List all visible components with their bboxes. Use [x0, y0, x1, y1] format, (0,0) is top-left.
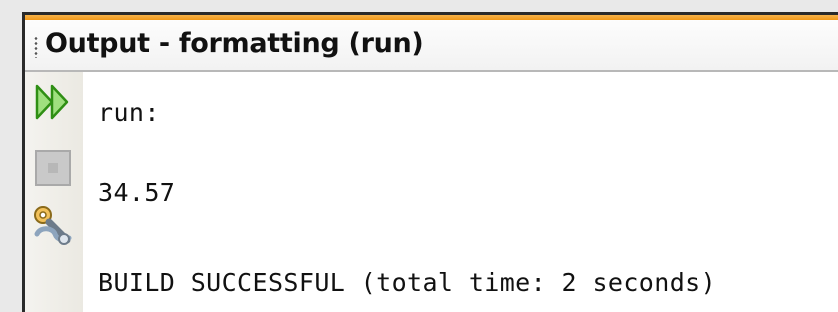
stop-icon	[35, 150, 71, 186]
output-window-frame: Output - formatting (run) run: 34.57 BUI…	[0, 0, 838, 312]
console-output[interactable]: run: 34.57 BUILD SUCCESSFUL (total time:…	[83, 72, 838, 312]
rerun-button[interactable]	[31, 80, 75, 124]
settings-icon	[34, 206, 72, 245]
drag-grip-icon[interactable]	[34, 36, 38, 58]
panel-title: Output - formatting (run)	[45, 28, 424, 59]
rerun-icon	[35, 84, 69, 120]
settings-button[interactable]	[31, 204, 75, 248]
console-line: 34.57	[98, 178, 176, 207]
stop-button[interactable]	[31, 146, 75, 190]
output-tab-header[interactable]: Output - formatting (run)	[25, 20, 838, 72]
build-status-line: BUILD SUCCESSFUL (total time: 2 seconds)	[98, 268, 717, 297]
output-panel: Output - formatting (run) run: 34.57 BUI…	[22, 12, 838, 312]
output-toolbar	[25, 72, 84, 312]
console-line: run:	[98, 98, 160, 127]
